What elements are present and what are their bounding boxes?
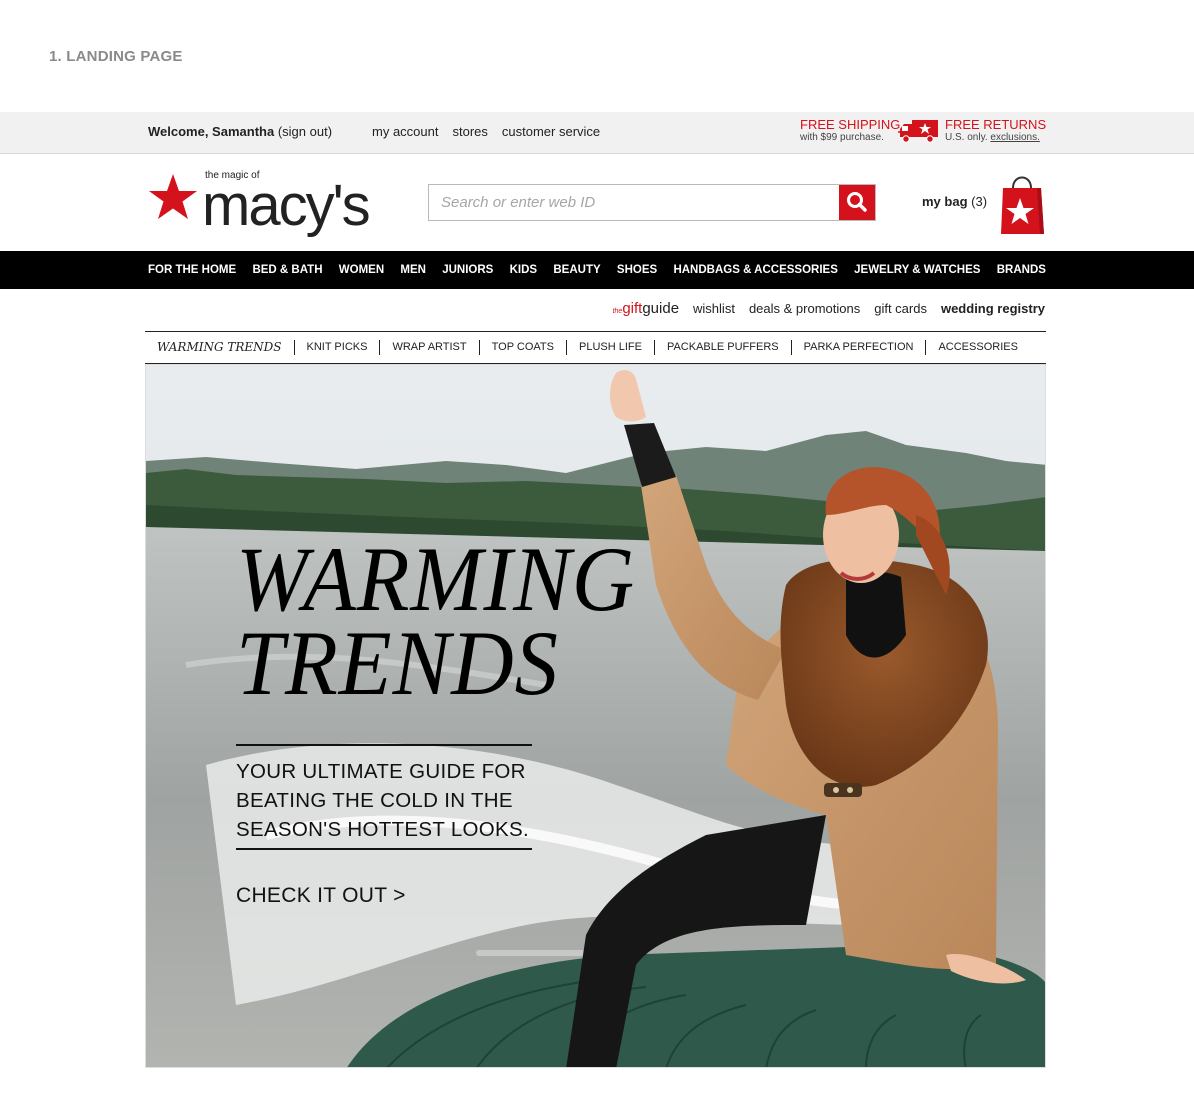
deals-promotions-link[interactable]: deals & promotions xyxy=(749,301,860,316)
delivery-truck-icon xyxy=(898,120,938,143)
free-shipping-note: with $99 purchase. xyxy=(800,132,884,143)
nav-jewelry-watches[interactable]: JEWELRY & WATCHES xyxy=(854,264,980,276)
search-button[interactable] xyxy=(839,185,875,220)
welcome-message: Welcome, Samantha (sign out) xyxy=(148,124,332,139)
secondary-links: thegiftguide wishlist deals & promotions… xyxy=(613,300,1045,317)
welcome-text: Welcome, Samantha xyxy=(148,124,275,139)
free-returns-promo[interactable]: FREE RETURNS U.S. only. exclusions. xyxy=(945,117,1047,144)
nav-handbags-accessories[interactable]: HANDBAGS & ACCESSORIES xyxy=(673,264,837,276)
macys-star-icon xyxy=(149,174,197,219)
utility-bar: Welcome, Samantha (sign out) my account … xyxy=(0,112,1194,154)
hero-title: WARMING TRENDS xyxy=(236,528,636,714)
subnav-parka-perfection[interactable]: PARKA PERFECTION xyxy=(790,340,926,355)
customer-service-link[interactable]: customer service xyxy=(502,124,600,139)
search-icon xyxy=(847,192,867,212)
gift-guide-link[interactable]: thegiftguide xyxy=(613,300,679,317)
main-navigation: FOR THE HOME BED & BATH WOMEN MEN JUNIOR… xyxy=(0,251,1194,289)
gift-cards-link[interactable]: gift cards xyxy=(874,301,927,316)
subnav-accessories[interactable]: ACCESSORIES xyxy=(925,340,1029,355)
nav-kids[interactable]: KIDS xyxy=(510,264,537,276)
hero-banner[interactable]: WARMING TRENDS YOUR ULTIMATE GUIDE FOR B… xyxy=(145,364,1046,1068)
nav-shoes[interactable]: SHOES xyxy=(617,264,657,276)
subnav-warming-trends[interactable]: WARMING TRENDS xyxy=(145,340,294,355)
check-it-out-link[interactable]: CHECK IT OUT > xyxy=(236,884,406,908)
page-label: 1. LANDING PAGE xyxy=(49,48,183,65)
hero-title-line-2: TRENDS xyxy=(236,612,559,714)
hero-title-line-1: WARMING xyxy=(236,528,636,630)
sign-out-link[interactable]: (sign out) xyxy=(278,124,332,139)
subnav-packable-puffers[interactable]: PACKABLE PUFFERS xyxy=(653,340,791,355)
subnav-plush-life[interactable]: PLUSH LIFE xyxy=(565,340,654,355)
free-returns-note: U.S. only. xyxy=(945,132,988,143)
hero-divider-bottom xyxy=(236,848,532,850)
gift-guide-guide: guide xyxy=(642,300,680,317)
shopping-bag-icon[interactable] xyxy=(999,168,1045,236)
nav-beauty[interactable]: BEAUTY xyxy=(553,264,600,276)
nav-juniors[interactable]: JUNIORS xyxy=(442,264,493,276)
subnav-wrap-artist[interactable]: WRAP ARTIST xyxy=(379,340,478,355)
utility-links: my account stores customer service xyxy=(372,124,600,139)
nav-men[interactable]: MEN xyxy=(400,264,426,276)
stores-link[interactable]: stores xyxy=(452,124,487,139)
search-input[interactable] xyxy=(429,185,839,220)
free-shipping-promo[interactable]: FREE SHIPPING with $99 purchase. xyxy=(800,117,901,144)
free-shipping-title: FREE SHIPPING xyxy=(800,117,901,132)
hero-divider-top xyxy=(236,744,532,746)
wedding-registry-link[interactable]: wedding registry xyxy=(941,301,1045,316)
bag-count: (3) xyxy=(971,194,988,209)
free-returns-title: FREE RETURNS xyxy=(945,117,1047,132)
nav-bed-bath[interactable]: BED & BATH xyxy=(252,264,322,276)
hero-subtitle: YOUR ULTIMATE GUIDE FOR BEATING THE COLD… xyxy=(236,760,529,841)
my-bag-label: my bag xyxy=(922,194,968,209)
subnav-knit-picks[interactable]: KNIT PICKS xyxy=(293,340,380,355)
gift-guide-gift: gift xyxy=(622,300,643,317)
my-account-link[interactable]: my account xyxy=(372,124,438,139)
exclusions-link[interactable]: exclusions. xyxy=(990,132,1039,143)
my-bag-link[interactable]: my bag (3) xyxy=(922,194,987,209)
nav-for-the-home[interactable]: FOR THE HOME xyxy=(148,264,236,276)
nav-women[interactable]: WOMEN xyxy=(339,264,384,276)
hero-photo xyxy=(146,365,1045,1067)
category-sub-navigation: WARMING TRENDS KNIT PICKS WRAP ARTIST TO… xyxy=(145,331,1046,364)
macys-logo[interactable]: the magic of macy's xyxy=(148,168,378,238)
gift-guide-the: the xyxy=(612,308,623,315)
logo-wordmark: macy's xyxy=(202,173,371,238)
search-bar xyxy=(428,184,876,221)
nav-brands[interactable]: BRANDS xyxy=(997,264,1046,276)
wishlist-link[interactable]: wishlist xyxy=(693,301,735,316)
subnav-top-coats[interactable]: TOP COATS xyxy=(478,340,566,355)
